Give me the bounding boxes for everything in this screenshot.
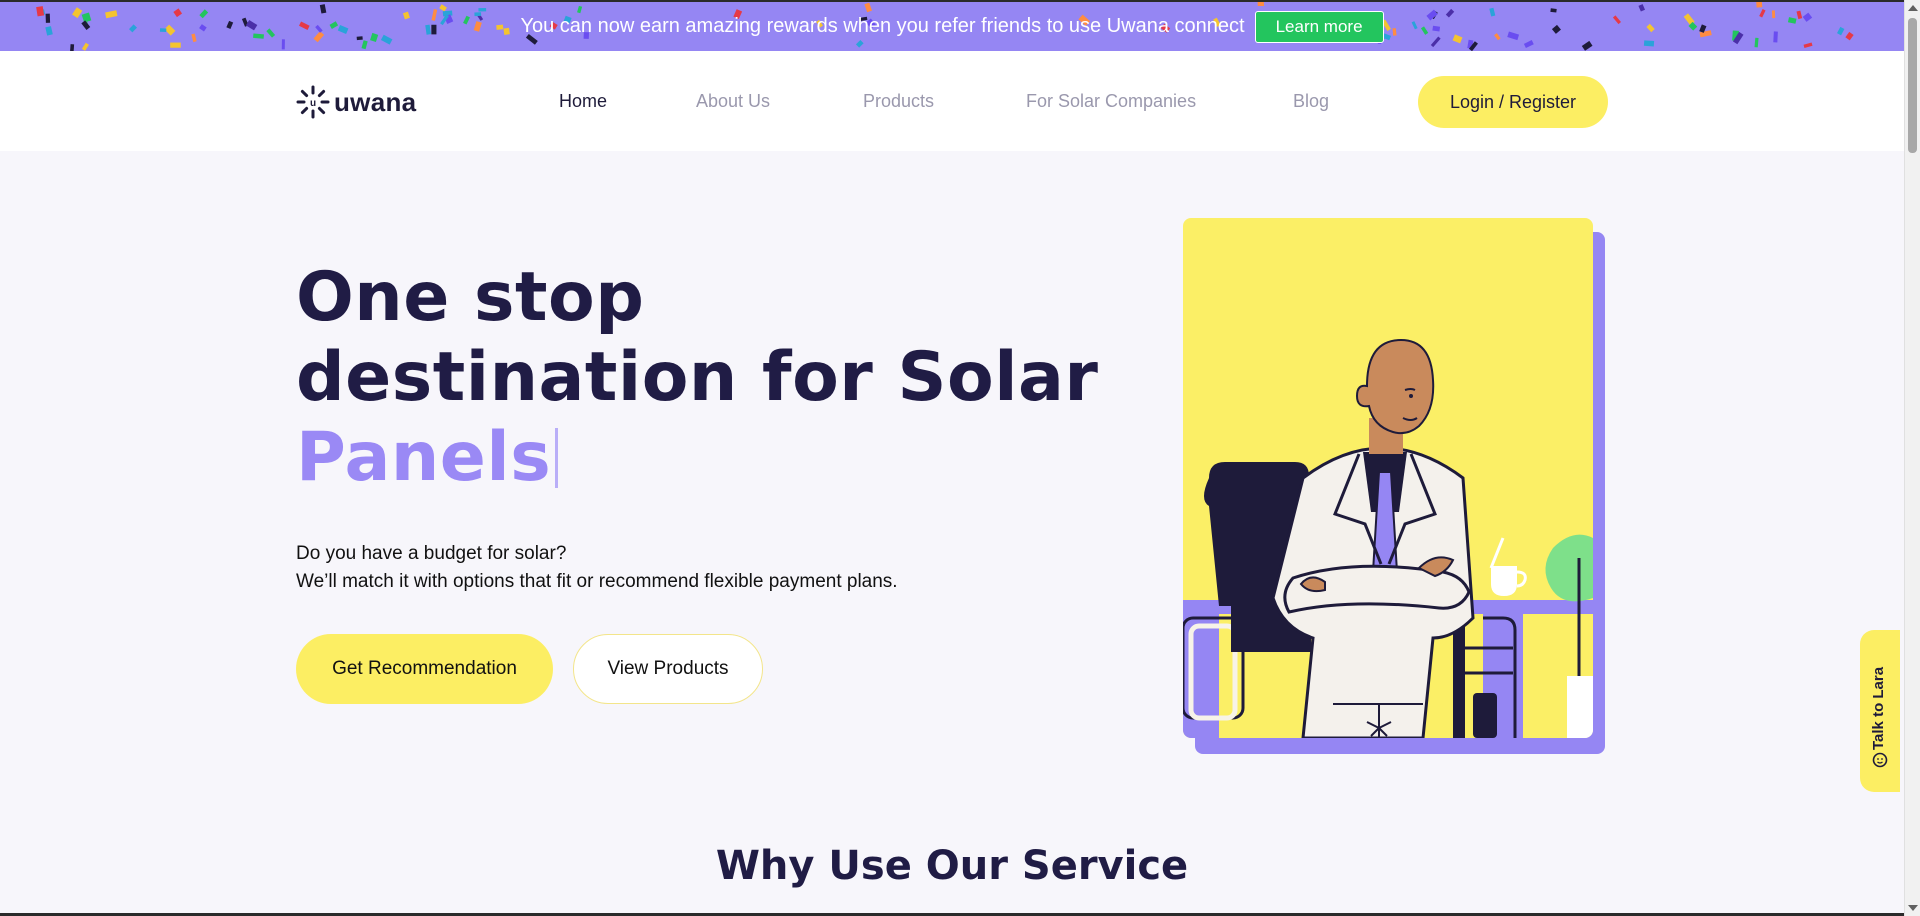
nav-products[interactable]: Products: [863, 91, 934, 112]
talk-to-lara-label: Talk to Lara: [1870, 666, 1887, 750]
talk-to-lara-tab[interactable]: Talk to Lara: [1860, 630, 1900, 792]
businessman-illustration: [1183, 338, 1593, 738]
hero-title: One stop destination for Solar Panels: [296, 258, 1098, 498]
uwana-logo-icon: u: [296, 85, 330, 119]
scroll-up-arrow-icon[interactable]: [1908, 5, 1918, 11]
logo-text: uwana: [334, 86, 417, 117]
scroll-thumb[interactable]: [1908, 18, 1917, 153]
nav-for-solar-companies[interactable]: For Solar Companies: [1026, 91, 1196, 112]
login-register-button[interactable]: Login / Register: [1418, 76, 1608, 128]
nav-blog[interactable]: Blog: [1293, 91, 1329, 112]
promo-text: You can now earn amazing rewards when yo…: [520, 15, 1245, 37]
hero-title-line2: destination for Solar: [296, 338, 1099, 417]
hero-subtext: Do you have a budget for solar? We’ll ma…: [296, 540, 898, 596]
logo[interactable]: u uwana: [296, 85, 416, 119]
svg-text:u: u: [310, 98, 316, 109]
hero-title-line1: One stop: [296, 258, 645, 337]
promo-banner: You can now earn amazing rewards when yo…: [0, 0, 1904, 51]
hero-subtext-line1: Do you have a budget for solar?: [296, 543, 567, 564]
site-header: u uwana Home About Us Products For Solar…: [0, 51, 1904, 151]
section-title-why-use: Why Use Our Service: [715, 843, 1189, 889]
page-scrollbar[interactable]: [1904, 0, 1920, 916]
hero-illustration: [1183, 218, 1593, 738]
learn-more-button[interactable]: Learn more: [1254, 10, 1384, 43]
typing-cursor: [555, 428, 559, 488]
get-recommendation-button[interactable]: Get Recommendation: [296, 634, 553, 704]
view-products-button[interactable]: View Products: [573, 634, 763, 704]
scroll-down-arrow-icon[interactable]: [1908, 905, 1918, 911]
hero-subtext-line2: We’ll match it with options that fit or …: [296, 571, 898, 592]
nav-about-us[interactable]: About Us: [696, 91, 770, 112]
nav-home[interactable]: Home: [559, 91, 607, 112]
hero-title-accent: Panels: [296, 418, 552, 497]
chat-icon: [1872, 752, 1888, 768]
